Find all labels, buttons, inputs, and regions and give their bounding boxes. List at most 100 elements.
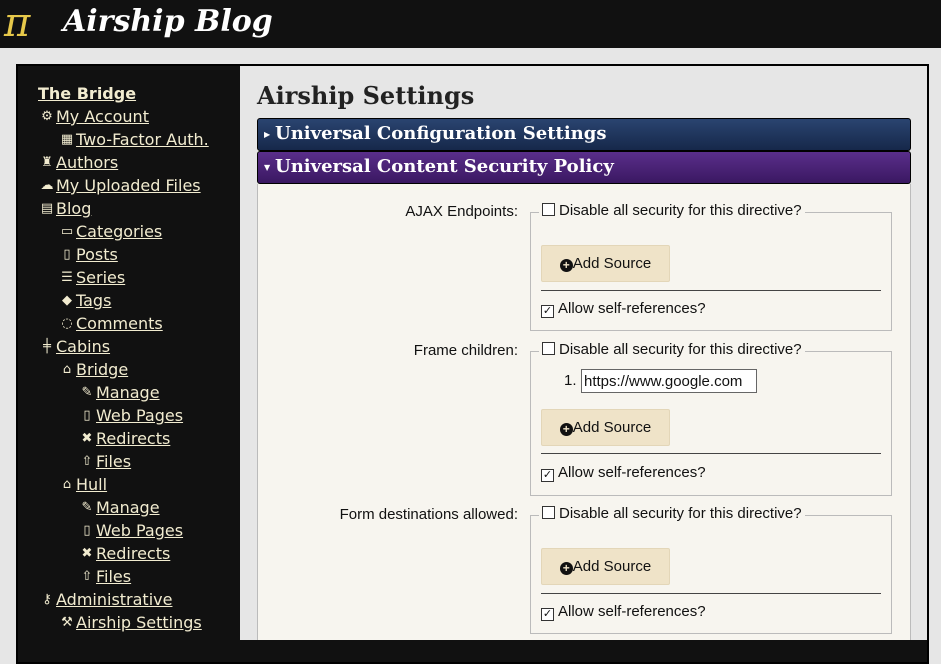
sidebar-item-series[interactable]: ☰ Series [58,267,125,289]
disable-security-checkbox-row[interactable]: Disable all security for this directive? [539,340,805,360]
arrows-icon: ✖ [81,431,93,446]
allow-self-references-row[interactable]: ✓ Allow self-references? [541,463,706,483]
sidebar-item-bridge-manage[interactable]: ✎ Manage [78,382,160,404]
section-title: Universal Content Security Policy [275,156,614,177]
sidebar-item-label: Administrative [56,590,173,609]
sidebar-item-hull-redirects[interactable]: ✖ Redirects [78,543,171,565]
sidebar-item-label: Tags [76,291,112,310]
sidebar-item-posts[interactable]: ▯ Posts [58,244,118,266]
allow-self-references-row[interactable]: ✓ Allow self-references? [541,602,706,622]
directive-label: Frame children: [413,342,518,359]
add-source-button[interactable]: + Add Source [541,409,670,446]
allow-self-references-checkbox[interactable]: ✓ [541,469,554,482]
sidebar-item-bridge-web-pages[interactable]: ▯ Web Pages [78,405,183,427]
sidebar-item-hull-web-pages[interactable]: ▯ Web Pages [78,520,183,542]
plus-circle-icon: + [559,259,573,272]
disable-security-checkbox-row[interactable]: Disable all security for this directive? [539,201,805,221]
sidebar-item-airship-settings[interactable]: ⚒ Airship Settings [58,612,202,634]
directive-label: Form destinations allowed: [339,506,518,523]
disable-security-checkbox[interactable] [542,203,555,216]
sidebar-item-label: Blog [56,199,92,218]
sidebar-item-bridge-redirects[interactable]: ✖ Redirects [78,428,171,450]
sidebar-item-label: Two-Factor Auth. [76,130,209,149]
directive-fieldset-ajax: Disable all security for this directive?… [530,201,892,331]
sidebar-item-hull-manage[interactable]: ✎ Manage [78,497,160,519]
caret-down-icon: ▼ [264,162,271,172]
disable-security-checkbox-row[interactable]: Disable all security for this directive? [539,504,805,524]
sidebar-item-label: Redirects [96,429,171,448]
signpost-icon: ╪ [43,339,51,354]
allow-self-references-row[interactable]: ✓ Allow self-references? [541,299,706,319]
sidebar-nav: The Bridge ⚙ My Account ▦ Two-Factor Auth.… [18,66,240,640]
directive-fieldset-form-destinations: Disable all security for this directive?… [530,504,892,634]
allow-self-references-label: Allow self-references? [558,603,706,620]
divider [541,593,881,594]
key-icon: ⚷ [42,592,52,607]
sidebar-item-administrative[interactable]: ⚷ Administrative [38,589,172,611]
sidebar-item-bridge-files[interactable]: ⇧ Files [78,451,132,473]
top-bar: π Airship Blog [0,0,941,48]
disable-security-checkbox[interactable] [542,506,555,519]
allow-self-references-checkbox[interactable]: ✓ [541,305,554,318]
csp-panel: AJAX Endpoints: Disable all security for… [257,184,911,640]
file-text-icon: ▯ [63,247,71,262]
wrench-icon: ⚒ [61,615,73,630]
section-universal-csp[interactable]: ▼ Universal Content Security Policy [257,151,911,184]
sidebar-item-label: Cabins [56,337,111,356]
add-source-button[interactable]: + Add Source [541,548,670,585]
sidebar-item-cabin-hull[interactable]: ⌂ Hull [58,474,107,496]
file-code-icon: ▯ [83,523,91,538]
allow-self-references-checkbox[interactable]: ✓ [541,608,554,621]
plus-circle-icon: + [559,423,573,436]
add-source-label: Add Source [572,419,652,436]
home-icon: ⌂ [62,477,72,492]
sidebar-item-tags[interactable]: ◆ Tags [58,290,111,312]
sidebar-item-comments[interactable]: ◌ Comments [58,313,162,335]
cloud-upload-icon: ☁ [40,178,54,193]
sidebar-item-label: The Bridge [38,84,137,103]
sidebar-item-label: Web Pages [96,521,184,540]
sidebar-item-two-factor[interactable]: ▦ Two-Factor Auth. [58,129,209,151]
sidebar-item-label: Series [76,268,126,287]
sidebar-item-cabins[interactable]: ╪ Cabins [38,336,110,358]
pi-logo-icon[interactable]: π [4,2,30,44]
home-icon: ⌂ [62,362,72,377]
arrows-icon: ✖ [81,546,93,561]
sidebar-item-uploaded-files[interactable]: ☁ My Uploaded Files [38,175,201,197]
sidebar-item-authors[interactable]: ♜ Authors [38,152,118,174]
sidebar-item-cabin-bridge[interactable]: ⌂ Bridge [58,359,128,381]
site-title[interactable]: Airship Blog [63,5,273,39]
sidebar-item-label: Airship Settings [76,613,202,632]
sidebar-item-label: My Account [56,107,149,126]
section-universal-config[interactable]: ▶ Universal Configuration Settings [257,118,911,151]
sidebar-item-label: Web Pages [96,406,184,425]
sidebar-item-label: Bridge [76,360,129,379]
sidebar-item-my-account[interactable]: ⚙ My Account [38,106,149,128]
sidebar-item-label: Redirects [96,544,171,563]
divider [541,290,881,291]
main-content: Airship Settings ▶ Universal Configuratio… [240,66,927,640]
edit-icon: ✎ [81,500,93,515]
user-secret-icon: ♜ [41,155,53,170]
book-icon: ▤ [40,201,54,216]
disable-security-checkbox[interactable] [542,342,555,355]
add-source-label: Add Source [572,255,652,272]
sidebar-item-the-bridge[interactable]: The Bridge [38,83,136,105]
sidebar-item-categories[interactable]: ▭ Categories [58,221,162,243]
sidebar-item-hull-files[interactable]: ⇧ Files [78,566,132,588]
sidebar-item-label: Manage [96,498,160,517]
folder-open-icon: ▭ [60,224,74,239]
add-source-button[interactable]: + Add Source [541,245,670,282]
sidebar-item-label: My Uploaded Files [56,176,201,195]
sidebar-item-label: Posts [76,245,118,264]
divider [541,453,881,454]
upload-icon: ⇧ [81,569,93,584]
disable-security-label: Disable all security for this directive? [559,505,802,522]
allow-self-references-label: Allow self-references? [558,464,706,481]
comment-icon: ◌ [61,316,73,331]
source-url-input[interactable] [581,369,757,393]
disable-security-label: Disable all security for this directive? [559,341,802,358]
sidebar-item-blog[interactable]: ▤ Blog [38,198,92,220]
file-code-icon: ▯ [83,408,91,423]
directive-fieldset-frame-children: Disable all security for this directive?… [530,340,892,496]
